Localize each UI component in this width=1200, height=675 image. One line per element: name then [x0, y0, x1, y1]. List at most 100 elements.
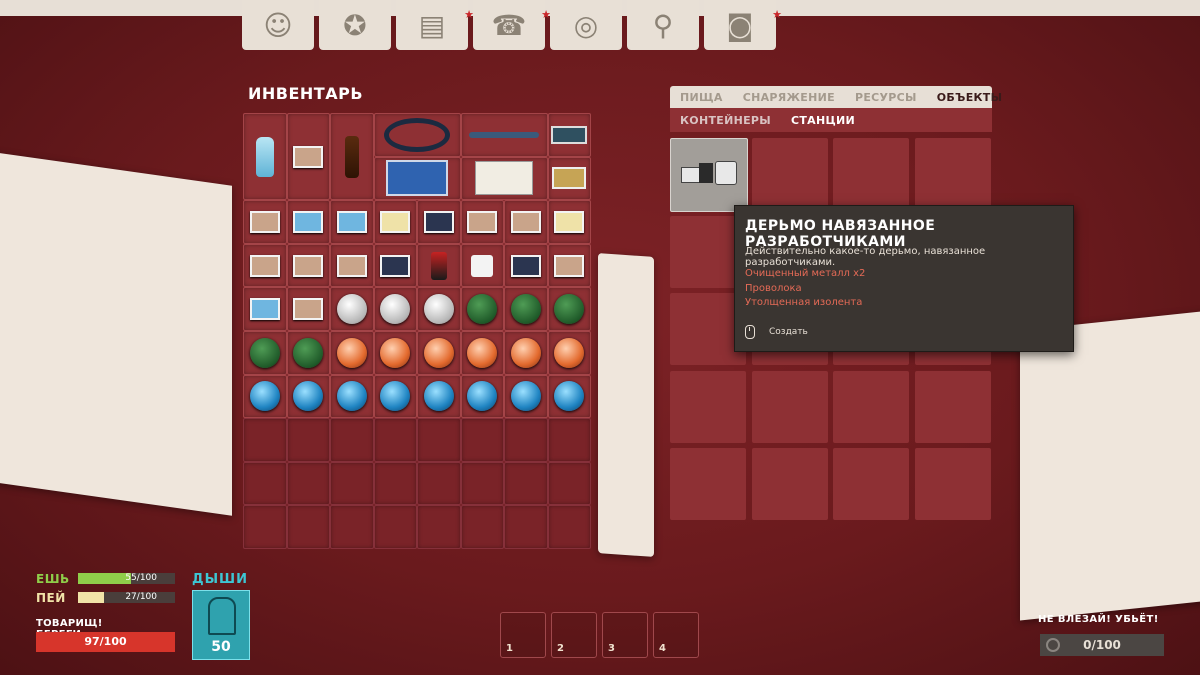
inventory-slot[interactable] — [417, 331, 461, 375]
tab-food[interactable]: ПИЩА — [670, 91, 733, 104]
inventory-slot[interactable] — [286, 243, 330, 288]
inventory-empty-slot[interactable] — [243, 461, 287, 506]
recipe-slot[interactable] — [833, 138, 909, 210]
recipe-slot[interactable] — [751, 448, 828, 520]
tab-resources[interactable]: РЕСУРСЫ — [845, 91, 927, 104]
recipe-slot[interactable] — [914, 370, 991, 443]
recipe-slot[interactable] — [833, 370, 909, 443]
inventory-empty-slot[interactable] — [460, 505, 504, 549]
inventory-slot[interactable] — [417, 243, 461, 288]
inventory-slot[interactable] — [547, 243, 591, 288]
inventory-empty-slot[interactable] — [373, 461, 417, 506]
top-tab[interactable]: ☎ ★ — [473, 0, 551, 50]
inventory-empty-slot[interactable] — [373, 418, 417, 462]
inventory-slot[interactable] — [373, 374, 417, 419]
inventory-slot[interactable] — [286, 113, 330, 201]
inventory-slot[interactable] — [547, 156, 591, 201]
inventory-slot[interactable] — [460, 243, 504, 288]
inventory-slot[interactable] — [504, 331, 548, 375]
inventory-slot[interactable] — [504, 200, 548, 244]
top-tab[interactable]: ◙ ★ — [704, 0, 782, 50]
inventory-slot[interactable] — [243, 287, 287, 331]
inventory-slot[interactable] — [460, 331, 504, 375]
inventory-slot[interactable] — [547, 331, 591, 375]
inventory-empty-slot[interactable] — [330, 418, 374, 462]
inventory-slot[interactable] — [460, 200, 504, 244]
inventory-slot[interactable] — [243, 200, 287, 244]
inventory-empty-slot[interactable] — [286, 505, 330, 549]
inventory-slot[interactable] — [330, 287, 374, 331]
inventory-slot[interactable] — [417, 287, 461, 331]
inventory-slot[interactable] — [373, 113, 461, 157]
inventory-slot[interactable] — [286, 331, 330, 375]
inventory-empty-slot[interactable] — [504, 461, 548, 506]
inventory-slot[interactable] — [547, 287, 591, 331]
inventory-slot[interactable] — [504, 374, 548, 419]
hotbar-slot[interactable]: 2 — [551, 612, 597, 658]
inventory-empty-slot[interactable] — [373, 505, 417, 549]
inventory-slot[interactable] — [547, 113, 591, 157]
recipe-slot[interactable] — [914, 448, 991, 520]
inventory-empty-slot[interactable] — [286, 418, 330, 462]
inventory-slot[interactable] — [460, 287, 504, 331]
top-tab[interactable]: ⚲ — [627, 0, 699, 50]
inventory-slot[interactable] — [417, 374, 461, 419]
inventory-empty-slot[interactable] — [504, 505, 548, 549]
inventory-slot[interactable] — [373, 156, 461, 201]
inventory-empty-slot[interactable] — [460, 461, 504, 506]
recipe-slot-selected[interactable] — [670, 138, 748, 212]
recipe-slot[interactable] — [751, 138, 828, 210]
inventory-slot[interactable] — [330, 200, 374, 244]
inventory-slot[interactable] — [417, 200, 461, 244]
recipe-slot[interactable] — [751, 370, 828, 443]
tab-equipment[interactable]: СНАРЯЖЕНИЕ — [733, 91, 845, 104]
inventory-slot[interactable] — [504, 287, 548, 331]
recipe-slot[interactable] — [833, 448, 909, 520]
inventory-slot[interactable] — [286, 374, 330, 419]
inventory-slot[interactable] — [460, 156, 548, 201]
inventory-slot[interactable] — [330, 243, 374, 288]
inventory-slot[interactable] — [243, 374, 287, 419]
recipe-slot[interactable] — [670, 370, 746, 443]
inventory-slot[interactable] — [373, 200, 417, 244]
hotbar-slot[interactable]: 3 — [602, 612, 648, 658]
inventory-slot[interactable] — [373, 243, 417, 288]
subtab-containers[interactable]: КОНТЕЙНЕРЫ — [670, 114, 781, 127]
recipe-slot[interactable] — [670, 448, 746, 520]
inventory-empty-slot[interactable] — [417, 418, 461, 462]
recipe-slot[interactable] — [914, 138, 991, 210]
inventory-empty-slot[interactable] — [330, 505, 374, 549]
inventory-slot[interactable] — [243, 113, 287, 201]
inventory-slot[interactable] — [330, 113, 374, 201]
inventory-slot[interactable] — [504, 243, 548, 288]
inventory-empty-slot[interactable] — [547, 505, 591, 549]
inventory-slot[interactable] — [373, 287, 417, 331]
inventory-slot[interactable] — [286, 287, 330, 331]
craft-action[interactable]: Создать — [745, 325, 808, 339]
top-tab[interactable]: ☺ — [242, 0, 314, 50]
inventory-slot[interactable] — [243, 331, 287, 375]
inventory-slot[interactable] — [547, 374, 591, 419]
inventory-slot[interactable] — [243, 243, 287, 288]
inventory-empty-slot[interactable] — [504, 418, 548, 462]
inventory-empty-slot[interactable] — [547, 418, 591, 462]
inventory-slot[interactable] — [286, 200, 330, 244]
inventory-empty-slot[interactable] — [243, 418, 287, 462]
inventory-slot[interactable] — [373, 331, 417, 375]
tab-objects[interactable]: ОБЪЕКТЫ — [927, 91, 1013, 104]
top-tab[interactable]: ▤ ★ — [396, 0, 474, 50]
inventory-empty-slot[interactable] — [243, 505, 287, 549]
hotbar-slot[interactable]: 4 — [653, 612, 699, 658]
hotbar-slot[interactable]: 1 — [500, 612, 546, 658]
inventory-empty-slot[interactable] — [460, 418, 504, 462]
inventory-slot[interactable] — [547, 200, 591, 244]
inventory-empty-slot[interactable] — [417, 461, 461, 506]
inventory-slot[interactable] — [460, 113, 548, 157]
top-tab[interactable]: ✪ — [319, 0, 391, 50]
inventory-empty-slot[interactable] — [417, 505, 461, 549]
inventory-slot[interactable] — [330, 331, 374, 375]
inventory-slot[interactable] — [460, 374, 504, 419]
inventory-empty-slot[interactable] — [286, 461, 330, 506]
inventory-slot[interactable] — [330, 374, 374, 419]
subtab-stations[interactable]: СТАНЦИИ — [781, 114, 865, 127]
